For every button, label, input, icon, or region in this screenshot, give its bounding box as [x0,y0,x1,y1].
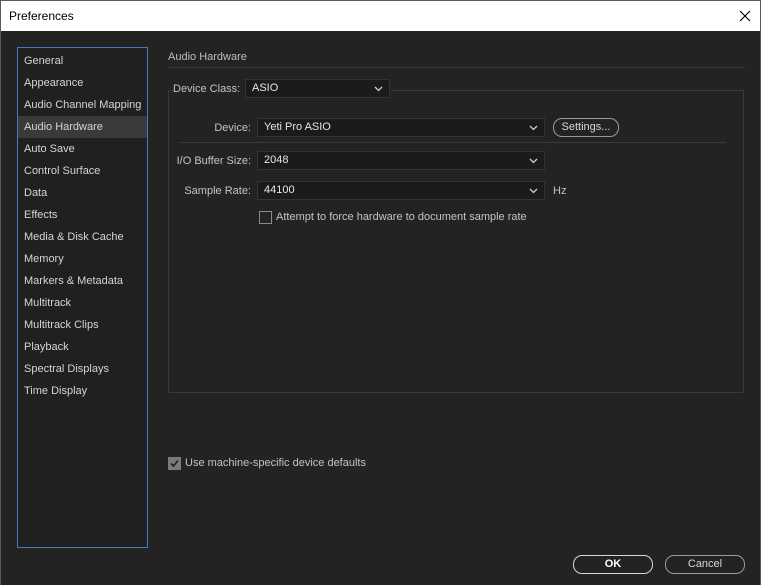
category-list[interactable]: General Appearance Audio Channel Mapping… [17,47,148,548]
sidebar-item-appearance[interactable]: Appearance [18,72,147,94]
chevron-down-icon [374,86,383,92]
device-select[interactable]: Yeti Pro ASIO [257,118,545,137]
section-title: Audio Hardware [168,51,247,63]
section-divider [168,67,745,68]
sample-rate-label: Sample Rate: [184,185,251,197]
buffer-size-select[interactable]: 2048 [257,151,545,170]
sidebar-item-data[interactable]: Data [18,182,147,204]
sidebar-item-general[interactable]: General [18,50,147,72]
buffer-size-value: 2048 [264,154,289,166]
sidebar-item-audio-channel-mapping[interactable]: Audio Channel Mapping [18,94,147,116]
sidebar-item-spectral-displays[interactable]: Spectral Displays [18,358,147,380]
sidebar-item-media-disk-cache[interactable]: Media & Disk Cache [18,226,147,248]
sample-rate-value: 44100 [264,184,295,196]
cancel-button[interactable]: Cancel [665,555,745,574]
checkmark-icon [170,459,179,468]
settings-button[interactable]: Settings... [553,118,619,137]
chevron-down-icon [529,188,538,194]
sidebar-item-audio-hardware[interactable]: Audio Hardware [18,116,147,138]
device-class-value: ASIO [252,82,279,94]
device-class-select[interactable]: ASIO [245,79,390,98]
chevron-down-icon [529,125,538,131]
sample-rate-unit: Hz [553,185,567,197]
device-value: Yeti Pro ASIO [264,121,331,133]
force-sample-rate-checkbox[interactable] [259,211,272,224]
sample-rate-select[interactable]: 44100 [257,181,545,200]
machine-defaults-checkbox[interactable] [168,457,181,470]
device-label: Device: [214,122,251,134]
preferences-window: Preferences General Appearance Audio Cha… [0,0,761,585]
title-bar: Preferences [1,1,760,31]
device-divider [179,142,726,143]
close-icon [739,10,751,22]
sidebar-item-control-surface[interactable]: Control Surface [18,160,147,182]
sidebar-item-time-display[interactable]: Time Display [18,380,147,402]
force-sample-rate-label: Attempt to force hardware to document sa… [276,211,527,223]
sidebar-item-auto-save[interactable]: Auto Save [18,138,147,160]
close-button[interactable] [730,1,760,31]
sidebar-item-multitrack[interactable]: Multitrack [18,292,147,314]
sidebar-item-markers-metadata[interactable]: Markers & Metadata [18,270,147,292]
sidebar-item-playback[interactable]: Playback [18,336,147,358]
sidebar-item-multitrack-clips[interactable]: Multitrack Clips [18,314,147,336]
machine-defaults-label: Use machine-specific device defaults [185,457,366,469]
sidebar-item-memory[interactable]: Memory [18,248,147,270]
buffer-size-label: I/O Buffer Size: [176,155,251,167]
dialog-body: General Appearance Audio Channel Mapping… [1,31,760,585]
ok-button[interactable]: OK [573,555,653,574]
window-title: Preferences [9,9,74,23]
chevron-down-icon [529,158,538,164]
sidebar-item-effects[interactable]: Effects [18,204,147,226]
device-class-label: Device Class: [173,83,241,95]
